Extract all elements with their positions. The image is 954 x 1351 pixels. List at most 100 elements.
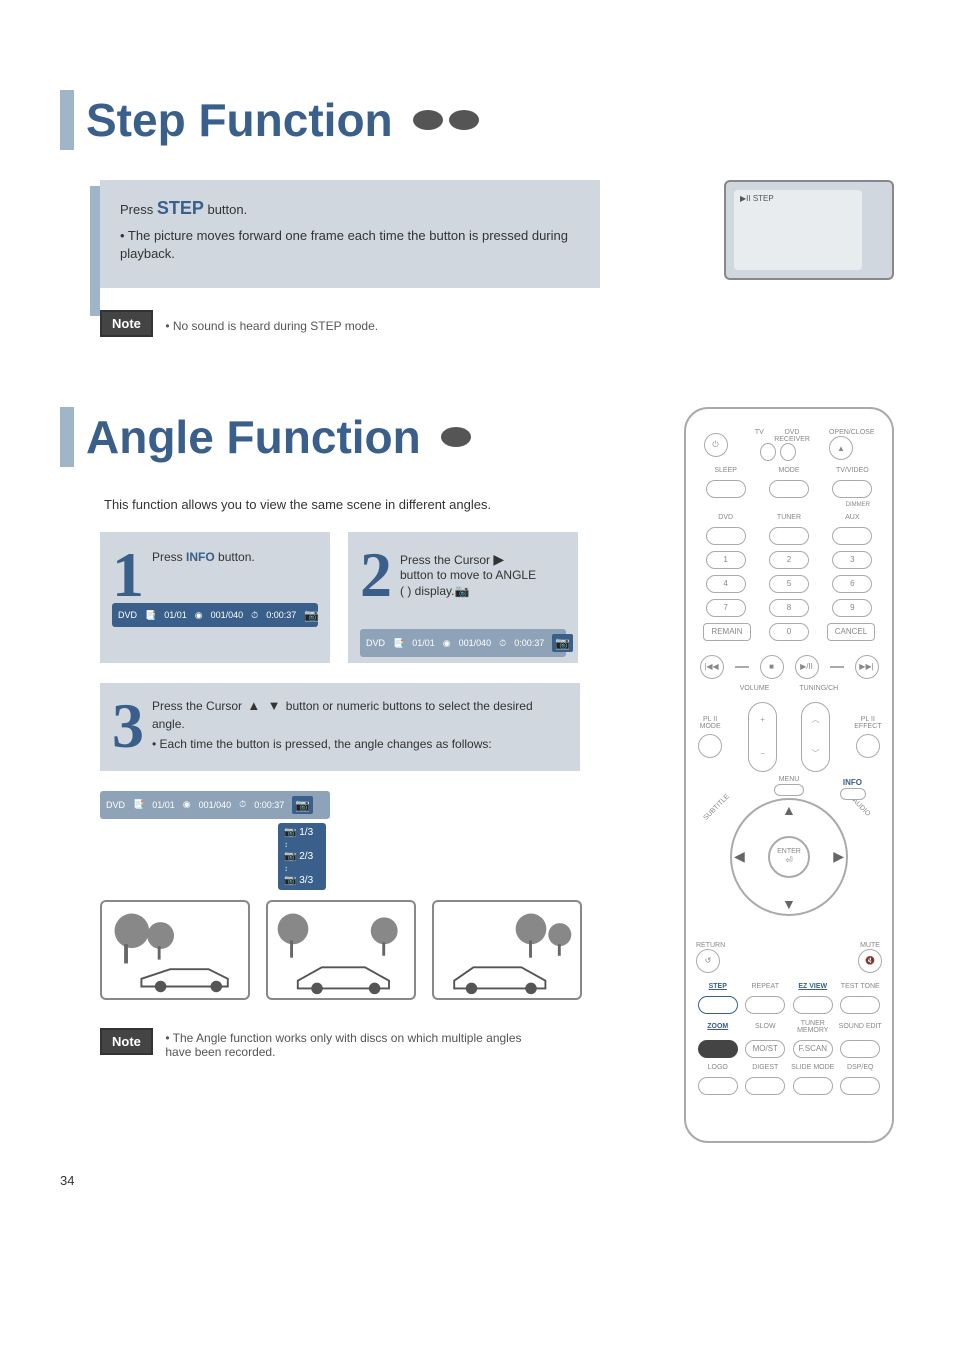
angle-list: 📷 1/3 ↕ 📷 2/3 ↕ 📷 3/3 bbox=[278, 823, 326, 890]
plus-icon: + bbox=[760, 715, 765, 724]
remain-button[interactable]: REMAIN bbox=[703, 623, 751, 641]
digit-7[interactable]: 7 bbox=[706, 599, 746, 617]
stop-button[interactable]: ■ bbox=[760, 655, 784, 679]
info-button[interactable] bbox=[840, 788, 866, 800]
title-icon: 📑 bbox=[145, 610, 156, 621]
accent-bar bbox=[90, 186, 100, 316]
angle-value: 📷 3/3 bbox=[284, 875, 320, 886]
camera-icon: 📷 bbox=[304, 608, 319, 622]
note-text: • No sound is heard during STEP mode. bbox=[165, 319, 378, 333]
step-function-title: Step Function bbox=[86, 93, 393, 147]
note-badge: Note bbox=[100, 310, 153, 337]
dot-icon bbox=[413, 110, 443, 130]
pl2-mode-button[interactable] bbox=[698, 734, 722, 758]
step-number-2: 2 bbox=[360, 546, 392, 604]
prev-button[interactable]: |◀◀ bbox=[700, 655, 724, 679]
cursor-down[interactable]: ▼ bbox=[782, 896, 796, 912]
step-3-text: Press the Cursor ▲ ▼ button or numeric b… bbox=[112, 697, 568, 753]
angle-intro: This function allows you to view the sam… bbox=[104, 497, 654, 512]
angle-thumb-3 bbox=[432, 900, 582, 1000]
digit-5[interactable]: 5 bbox=[769, 575, 809, 593]
ezview-button[interactable] bbox=[793, 996, 833, 1014]
cursor-left[interactable]: ◀ bbox=[734, 848, 745, 865]
minus-icon: − bbox=[760, 749, 765, 758]
volume-pad[interactable]: +− bbox=[748, 702, 777, 772]
info-button-label: INFO bbox=[186, 550, 215, 564]
media-dots bbox=[413, 110, 479, 130]
repeat-button[interactable] bbox=[745, 996, 785, 1014]
camera-icon: 📷 bbox=[454, 584, 469, 598]
soundedit-button[interactable] bbox=[840, 1040, 880, 1058]
angle-value: 📷 2/3 bbox=[284, 851, 320, 862]
step-bullet: • The picture moves forward one frame ea… bbox=[120, 227, 580, 263]
tuner-source-button[interactable] bbox=[769, 527, 809, 545]
slidemode-button[interactable] bbox=[793, 1077, 833, 1095]
dot-icon bbox=[441, 427, 471, 447]
cancel-button[interactable]: CANCEL bbox=[827, 623, 875, 641]
digit-0[interactable]: 0 bbox=[769, 623, 809, 641]
digit-1[interactable]: 1 bbox=[706, 551, 746, 569]
dspeq-button[interactable] bbox=[840, 1077, 880, 1095]
cursor-down-icon: ▼ bbox=[266, 698, 283, 713]
chapter-icon: ◉ bbox=[195, 610, 203, 621]
title-icon: 📑 bbox=[393, 638, 404, 649]
mute-button[interactable]: 🔇 bbox=[858, 949, 882, 973]
aux-source-button[interactable] bbox=[832, 527, 872, 545]
dvd-source-button[interactable] bbox=[706, 527, 746, 545]
eject-button[interactable]: ▲ bbox=[829, 436, 853, 460]
power-button[interactable]: ⏻ bbox=[704, 433, 728, 457]
digit-3[interactable]: 3 bbox=[832, 551, 872, 569]
step-instruction-text: Press STEP button. bbox=[120, 196, 580, 221]
sleep-button[interactable] bbox=[706, 480, 746, 498]
step-function-heading-row: Step Function bbox=[60, 90, 894, 150]
digit-8[interactable]: 8 bbox=[769, 599, 809, 617]
mode-button[interactable] bbox=[769, 480, 809, 498]
clock-icon: ⏱ bbox=[499, 638, 506, 649]
slow-button[interactable]: MO/ST bbox=[745, 1040, 785, 1058]
info-label-highlight: INFO bbox=[843, 778, 862, 787]
camera-icon-highlighted: 📷 bbox=[552, 634, 573, 652]
page-number: 34 bbox=[60, 1173, 894, 1188]
step-button[interactable] bbox=[698, 996, 738, 1014]
note-text: • The Angle function works only with dis… bbox=[165, 1031, 545, 1059]
chevron-up-icon: ︿ bbox=[811, 714, 819, 725]
digit-9[interactable]: 9 bbox=[832, 599, 872, 617]
digit-2[interactable]: 2 bbox=[769, 551, 809, 569]
pl2-effect-button[interactable] bbox=[856, 734, 880, 758]
enter-button[interactable]: ENTER ⏎ bbox=[768, 836, 810, 878]
remote-control-illustration: ⏻ TV DVD RECEIVER OPEN/CLOSE ▲ bbox=[684, 407, 894, 1143]
chevron-down-icon: ﹀ bbox=[811, 748, 819, 759]
step-number-1: 1 bbox=[112, 546, 144, 604]
step-2-card: 2 Press the Cursor ▶ button to move to A… bbox=[348, 532, 578, 664]
dot-icon bbox=[449, 110, 479, 130]
return-button[interactable]: ↺ bbox=[696, 949, 720, 973]
menu-button[interactable] bbox=[774, 784, 804, 796]
zoom-button[interactable] bbox=[698, 1040, 738, 1058]
angle-value: 📷 1/3 bbox=[284, 827, 320, 838]
testtone-button[interactable] bbox=[840, 996, 880, 1014]
next-button[interactable]: ▶▶| bbox=[855, 655, 879, 679]
cursor-right-icon: ▶ bbox=[493, 551, 504, 567]
tuning-pad[interactable]: ︿﹀ bbox=[801, 702, 830, 772]
tv-screen-illustration: ▶II STEP bbox=[724, 180, 894, 280]
logo-button[interactable] bbox=[698, 1077, 738, 1095]
cursor-right[interactable]: ▶ bbox=[833, 848, 844, 865]
accent-bar bbox=[60, 90, 74, 150]
camera-icon: 📷 bbox=[292, 796, 313, 814]
accent-bar bbox=[60, 407, 74, 467]
play-pause-button[interactable]: ▶/II bbox=[795, 655, 819, 679]
media-dots bbox=[441, 427, 471, 447]
cursor-up[interactable]: ▲ bbox=[782, 802, 796, 818]
digit-4[interactable]: 4 bbox=[706, 575, 746, 593]
angle-function-heading-row: Angle Function bbox=[60, 407, 654, 467]
tv-osd-text: ▶II STEP bbox=[740, 194, 774, 203]
nav-cluster: MENU INFO SUBTITLE AUDIO ▲ ▼ ◀ ▶ ENTER ⏎ bbox=[714, 782, 864, 932]
angle-example-images bbox=[100, 900, 654, 1000]
digest-button[interactable] bbox=[745, 1077, 785, 1095]
tvvideo-button[interactable] bbox=[832, 480, 872, 498]
angle-thumb-1 bbox=[100, 900, 250, 1000]
digit-6[interactable]: 6 bbox=[832, 575, 872, 593]
step-label-highlight: STEP bbox=[696, 983, 740, 990]
osd-bar-step2: DVD 📑 01/01 ◉ 001/040 ⏱ 0:00:37 📷 bbox=[360, 629, 566, 657]
tunermem-button[interactable]: F.SCAN bbox=[793, 1040, 833, 1058]
